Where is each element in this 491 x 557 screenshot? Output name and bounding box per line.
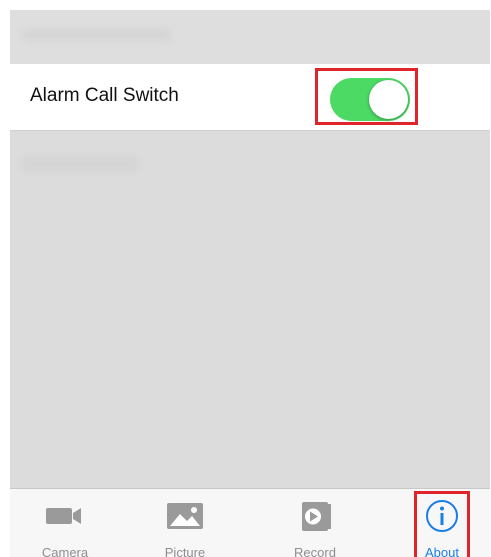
blurred-section-text (20, 156, 140, 172)
picture-icon (167, 503, 203, 529)
alarm-call-switch-label: Alarm Call Switch (30, 85, 179, 106)
app-screen: Alarm Call Switch Camera Picture Record … (10, 10, 490, 557)
blurred-header-text (22, 28, 172, 42)
blurred-header (10, 10, 490, 64)
tab-picture[interactable]: Picture (130, 489, 240, 557)
record-icon (302, 502, 331, 531)
toggle-knob (369, 80, 408, 119)
tab-camera-label: Camera (41, 545, 89, 557)
tab-bar: Camera Picture Record About (10, 488, 490, 557)
tab-camera[interactable]: Camera (10, 489, 120, 557)
tab-record[interactable]: Record (260, 489, 370, 557)
about-tab-highlight-box (414, 491, 470, 557)
tab-picture-label: Picture (164, 545, 206, 557)
tab-record-label: Record (294, 545, 336, 557)
camera-icon (46, 508, 81, 524)
alarm-call-switch-row: Alarm Call Switch (10, 64, 490, 131)
alarm-call-switch-toggle[interactable] (330, 78, 410, 121)
